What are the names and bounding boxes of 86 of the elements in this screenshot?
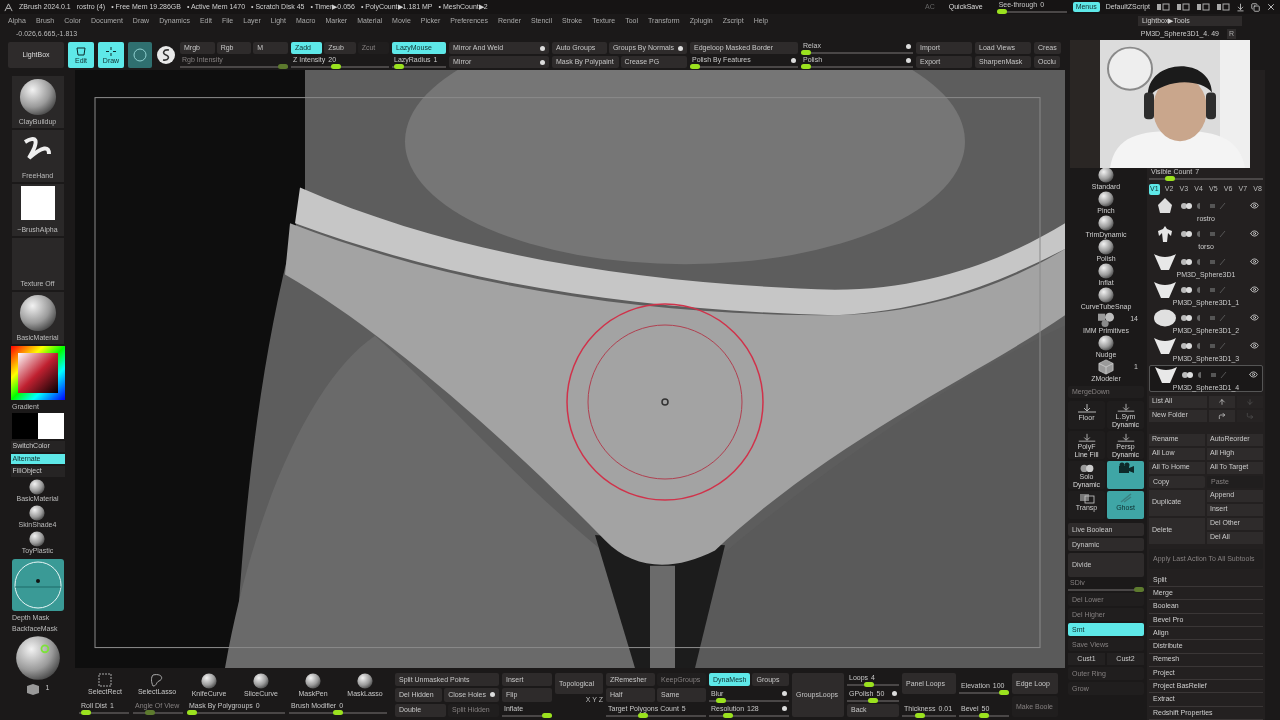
arrow-up-icon: [1218, 397, 1226, 406]
slider-thumb[interactable]: [330, 64, 341, 69]
turn-arrow-icon: [1246, 411, 1254, 420]
sphere-icon: [29, 530, 46, 547]
folder-move-button[interactable]: [1209, 409, 1235, 422]
toggle-icons[interactable]: [1181, 370, 1229, 379]
slider-thumb[interactable]: [868, 697, 878, 703]
depth-mask-icon[interactable]: [11, 558, 64, 611]
minimize-icon[interactable]: [1236, 2, 1245, 12]
square-icon: [20, 186, 55, 220]
model-thumbnail-icon: [1153, 252, 1177, 271]
slider-thumb[interactable]: [542, 713, 552, 718]
slider-thumb[interactable]: [979, 713, 989, 718]
brush-cursor-icon: [565, 302, 765, 502]
model-thumbnail-icon: [1153, 308, 1177, 327]
sphere-icon: [14, 634, 61, 681]
crosshair-icon: [105, 45, 117, 57]
eye-icon[interactable]: [1250, 313, 1259, 322]
sphere-icon: [1097, 215, 1115, 231]
eye-icon[interactable]: [1250, 257, 1259, 266]
close-icon[interactable]: [1266, 2, 1276, 12]
restore-icon[interactable]: [1251, 2, 1260, 12]
model-thumbnail-icon: [1153, 336, 1177, 355]
model-thumbnail-icon: [1154, 365, 1178, 384]
dashed-square-icon: [98, 673, 112, 687]
slider-thumb[interactable]: [996, 9, 1007, 14]
slider-thumb[interactable]: [690, 64, 700, 69]
eye-icon[interactable]: [1250, 229, 1259, 238]
cube-icon[interactable]: [25, 682, 40, 695]
shapes-icon: [1096, 311, 1116, 327]
secondary-color-swatch[interactable]: [37, 413, 64, 439]
arrow-down-icon: [1246, 397, 1254, 406]
slider-thumb[interactable]: [863, 682, 874, 688]
lasso-icon: [150, 673, 164, 687]
layout-icon[interactable]: [1196, 3, 1210, 11]
sphere-icon: [1097, 191, 1115, 207]
app-logo-icon: [4, 2, 13, 12]
slider-thumb[interactable]: [394, 64, 405, 69]
toggle-icons[interactable]: [1180, 201, 1228, 210]
toggle-icons[interactable]: [1180, 257, 1228, 266]
eye-icon[interactable]: [1250, 285, 1259, 294]
turn-arrow-icon: [1218, 411, 1226, 420]
slider-thumb[interactable]: [915, 713, 926, 718]
layout-icon[interactable]: [1156, 3, 1170, 11]
toggle-icons[interactable]: [1180, 229, 1228, 238]
slider-thumb[interactable]: [1164, 176, 1175, 181]
swirl-sphere-icon[interactable]: [156, 45, 176, 65]
sphere-icon: [18, 78, 57, 116]
primary-color-swatch[interactable]: [11, 413, 38, 439]
cube-icon: [1097, 359, 1115, 375]
slider-thumb[interactable]: [999, 690, 1009, 695]
eye-icon[interactable]: [1250, 201, 1259, 210]
sphere-icon: [253, 673, 269, 689]
eye-icon[interactable]: [1249, 370, 1258, 379]
model-thumbnail-icon: [1153, 280, 1177, 299]
sphere-icon: [18, 294, 57, 332]
layout-icon[interactable]: [1216, 3, 1230, 11]
layout-icon[interactable]: [1176, 3, 1190, 11]
edit-icon: [75, 45, 87, 57]
sphere-icon: [1097, 263, 1115, 279]
sphere-icon: [305, 673, 321, 689]
view-button[interactable]: [1107, 461, 1144, 489]
slider-thumb[interactable]: [723, 713, 733, 718]
slider-thumb[interactable]: [333, 709, 343, 715]
sphere-icon: [29, 478, 46, 495]
color-picker[interactable]: [10, 346, 65, 400]
sphere-icon: [1097, 335, 1115, 351]
toggle-icons[interactable]: [1180, 285, 1228, 294]
floor-icon: [1075, 402, 1098, 414]
sphere-icon: [29, 504, 46, 521]
circle-icon: [133, 48, 147, 62]
slider-thumb[interactable]: [637, 713, 648, 718]
sphere-icon: [1097, 287, 1115, 303]
sphere-icon: [357, 673, 373, 689]
slider-thumb[interactable]: [187, 709, 197, 715]
move-up-button[interactable]: [1209, 395, 1235, 408]
toggle-icons[interactable]: [1180, 313, 1228, 322]
sphere-icon: [1097, 239, 1115, 255]
sphere-icon: [1097, 167, 1115, 183]
slider-thumb[interactable]: [801, 50, 811, 55]
eye-icon[interactable]: [1250, 341, 1259, 350]
slider-thumb[interactable]: [716, 697, 726, 703]
slider-thumb[interactable]: [81, 709, 91, 715]
sphere-icon: [201, 673, 217, 689]
slider-thumb[interactable]: [801, 64, 811, 69]
toggle-icons[interactable]: [1180, 341, 1228, 350]
